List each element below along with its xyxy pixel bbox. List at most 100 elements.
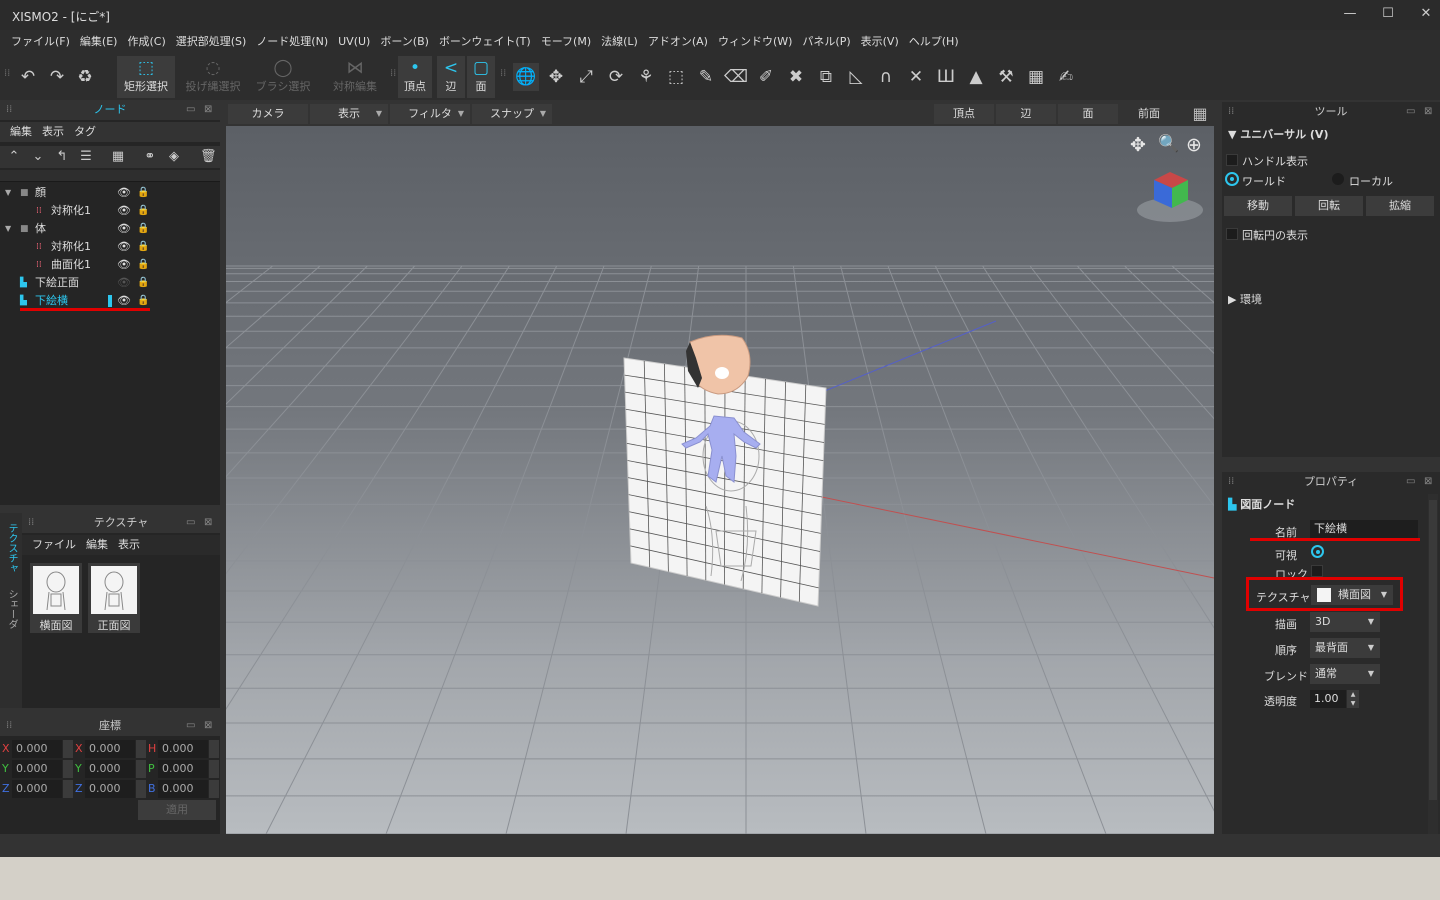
lock-icon[interactable]: 🔒 xyxy=(137,202,149,220)
node-tool-icon[interactable]: ⌃ xyxy=(6,148,22,166)
node-menu-view[interactable]: 表示 xyxy=(42,122,64,142)
visible-toggle[interactable] xyxy=(1311,545,1324,558)
tool-icon[interactable]: ◺ xyxy=(843,63,869,91)
lock-icon[interactable]: 🔒 xyxy=(137,184,149,202)
coord-field[interactable]: 0.000 xyxy=(12,760,62,778)
coord-field[interactable]: 0.000 xyxy=(158,780,208,798)
panel-grip[interactable]: ⁞⁞ xyxy=(1228,472,1234,492)
node-tool-icon[interactable]: ☰ xyxy=(78,148,94,166)
lock-icon[interactable]: 🔒 xyxy=(137,256,149,274)
property-scrollbar[interactable] xyxy=(1428,494,1438,834)
coord-spinner[interactable] xyxy=(136,740,146,758)
coord-field[interactable]: 0.000 xyxy=(12,740,62,758)
expand-icon[interactable]: ▼ xyxy=(5,220,11,238)
visibility-eye-icon[interactable]: 👁 xyxy=(117,256,131,274)
tool-icon[interactable]: ⟳ xyxy=(603,63,629,91)
node-tool-icon[interactable]: ▦ xyxy=(110,148,126,166)
node-menu-tag[interactable]: タグ xyxy=(74,122,96,142)
tool-icon[interactable]: ✎ xyxy=(693,63,719,91)
texture-menu-edit[interactable]: 編集 xyxy=(86,535,108,555)
rotation-circle-checkbox[interactable] xyxy=(1226,228,1238,240)
toolbar-grip[interactable]: ⁞⁞ xyxy=(4,68,10,79)
vertex-mode-button[interactable]: • 頂点 xyxy=(398,56,432,98)
display-menu[interactable]: 表示 ▼ xyxy=(310,104,388,124)
coord-spinner[interactable] xyxy=(209,780,219,798)
node-row[interactable]: ▼ ■ 顔 👁 🔒 xyxy=(0,184,220,202)
vertex-filter-button[interactable]: 頂点 xyxy=(934,104,994,124)
opacity-field[interactable]: 1.00 xyxy=(1310,690,1346,708)
redo-icon[interactable]: ↷ xyxy=(44,63,70,91)
coord-spinner[interactable] xyxy=(63,760,73,778)
coord-field[interactable]: 0.000 xyxy=(158,760,208,778)
recycle-icon[interactable]: ♻ xyxy=(72,63,98,91)
draw-dropdown[interactable]: 3D ▼ xyxy=(1310,612,1380,632)
edge-filter-button[interactable]: 辺 xyxy=(996,104,1056,124)
view-cube-icon[interactable]: ▦ xyxy=(1188,104,1212,124)
minimize-panel-icon[interactable]: ▭ xyxy=(186,100,195,120)
coord-spinner[interactable] xyxy=(209,760,219,778)
tool-icon[interactable]: ⚒ xyxy=(993,63,1019,91)
texture-item[interactable]: 正面図 xyxy=(88,563,140,633)
visibility-eye-icon[interactable]: 👁 xyxy=(117,202,131,220)
tool-icon[interactable]: ⧉ xyxy=(813,63,839,91)
texture-item[interactable]: 横面図 xyxy=(30,563,82,633)
rect-select-button[interactable]: ⬚ 矩形選択 xyxy=(117,56,175,98)
node-tool-icon[interactable]: 🗑 xyxy=(200,148,217,166)
visibility-eye-icon[interactable]: 👁 xyxy=(117,238,131,256)
blend-dropdown[interactable]: 通常 ▼ xyxy=(1310,664,1380,684)
texture-dropdown[interactable]: 横面図 ▼ xyxy=(1311,585,1393,605)
menu-item[interactable]: 編集(E) xyxy=(75,30,123,54)
edge-mode-button[interactable]: < 辺 xyxy=(437,56,465,98)
lasso-select-button[interactable]: ◌ 投げ縄選択 xyxy=(180,56,246,98)
zoom-view-icon[interactable]: 🔍 xyxy=(1158,134,1179,154)
coord-field[interactable]: 0.000 xyxy=(85,760,135,778)
texture-menu-view[interactable]: 表示 xyxy=(118,535,140,555)
lock-icon[interactable]: 🔒 xyxy=(137,238,149,256)
coord-spinner[interactable] xyxy=(209,740,219,758)
menu-item[interactable]: ウィンドウ(W) xyxy=(713,30,797,54)
close-panel-icon[interactable]: ⊠ xyxy=(204,513,212,533)
3d-viewport[interactable]: ✥ 🔍 ⊕ xyxy=(226,126,1214,834)
view-direction-label[interactable]: 前面 xyxy=(1124,104,1174,124)
tool-icon[interactable]: ⤢ xyxy=(573,63,599,91)
menu-item[interactable]: 表示(V) xyxy=(856,30,904,54)
tool-icon[interactable]: ⚘ xyxy=(633,63,659,91)
toolbar-grip[interactable]: ⁞⁞ xyxy=(390,68,396,79)
universal-section-header[interactable]: ▼ ユニバーサル (V) xyxy=(1228,126,1328,142)
tool-icon[interactable]: ✕ xyxy=(903,63,929,91)
node-row[interactable]: ▼ ■ 体 👁 🔒 xyxy=(0,220,220,238)
pan-view-icon[interactable]: ✥ xyxy=(1130,134,1146,156)
name-field[interactable]: 下絵横 xyxy=(1310,520,1418,538)
node-row[interactable]: ⁞⁞ 対称化1 👁 🔒 xyxy=(0,238,220,256)
coord-field[interactable]: 0.000 xyxy=(12,780,62,798)
handle-display-checkbox[interactable] xyxy=(1226,154,1238,166)
tool-icon[interactable]: ▦ xyxy=(1023,63,1049,91)
menu-item[interactable]: 法線(L) xyxy=(596,30,643,54)
rotate-button[interactable]: 回転 xyxy=(1295,196,1363,216)
menu-item[interactable]: モーフ(M) xyxy=(536,30,596,54)
expand-icon[interactable]: ▼ xyxy=(5,184,11,202)
coord-field[interactable]: 0.000 xyxy=(158,740,208,758)
world-radio[interactable] xyxy=(1225,172,1239,186)
brush-select-button[interactable]: ◯ ブラシ選択 xyxy=(252,56,314,98)
menu-item[interactable]: アドオン(A) xyxy=(643,30,713,54)
node-tool-icon[interactable]: ⚭ xyxy=(142,148,158,166)
visibility-eye-icon[interactable]: 👁 xyxy=(117,184,131,202)
menu-item[interactable]: ボーン(B) xyxy=(375,30,434,54)
lock-icon[interactable]: 🔒 xyxy=(137,274,149,292)
coord-spinner[interactable] xyxy=(63,740,73,758)
symmetry-edit-button[interactable]: ⋈ 対称編集 xyxy=(326,56,384,98)
menu-item[interactable]: ファイル(F) xyxy=(6,30,75,54)
filter-menu[interactable]: フィルタ ▼ xyxy=(390,104,470,124)
tool-icon[interactable]: Ш xyxy=(933,63,959,91)
tool-icon[interactable]: ✐ xyxy=(753,63,779,91)
coord-field[interactable]: 0.000 xyxy=(85,780,135,798)
rotate-view-icon[interactable]: ⊕ xyxy=(1186,134,1202,156)
tool-icon[interactable]: ▲ xyxy=(963,63,989,91)
close-button[interactable]: ✕ xyxy=(1406,0,1440,30)
texture-menu-file[interactable]: ファイル xyxy=(32,535,76,555)
node-row[interactable]: ▙ 下絵正面 👁 🔒 xyxy=(0,274,220,292)
menu-item[interactable]: UV(U) xyxy=(333,30,375,54)
maximize-button[interactable]: ☐ xyxy=(1368,0,1408,30)
node-tool-icon[interactable]: ↰ xyxy=(54,148,70,166)
